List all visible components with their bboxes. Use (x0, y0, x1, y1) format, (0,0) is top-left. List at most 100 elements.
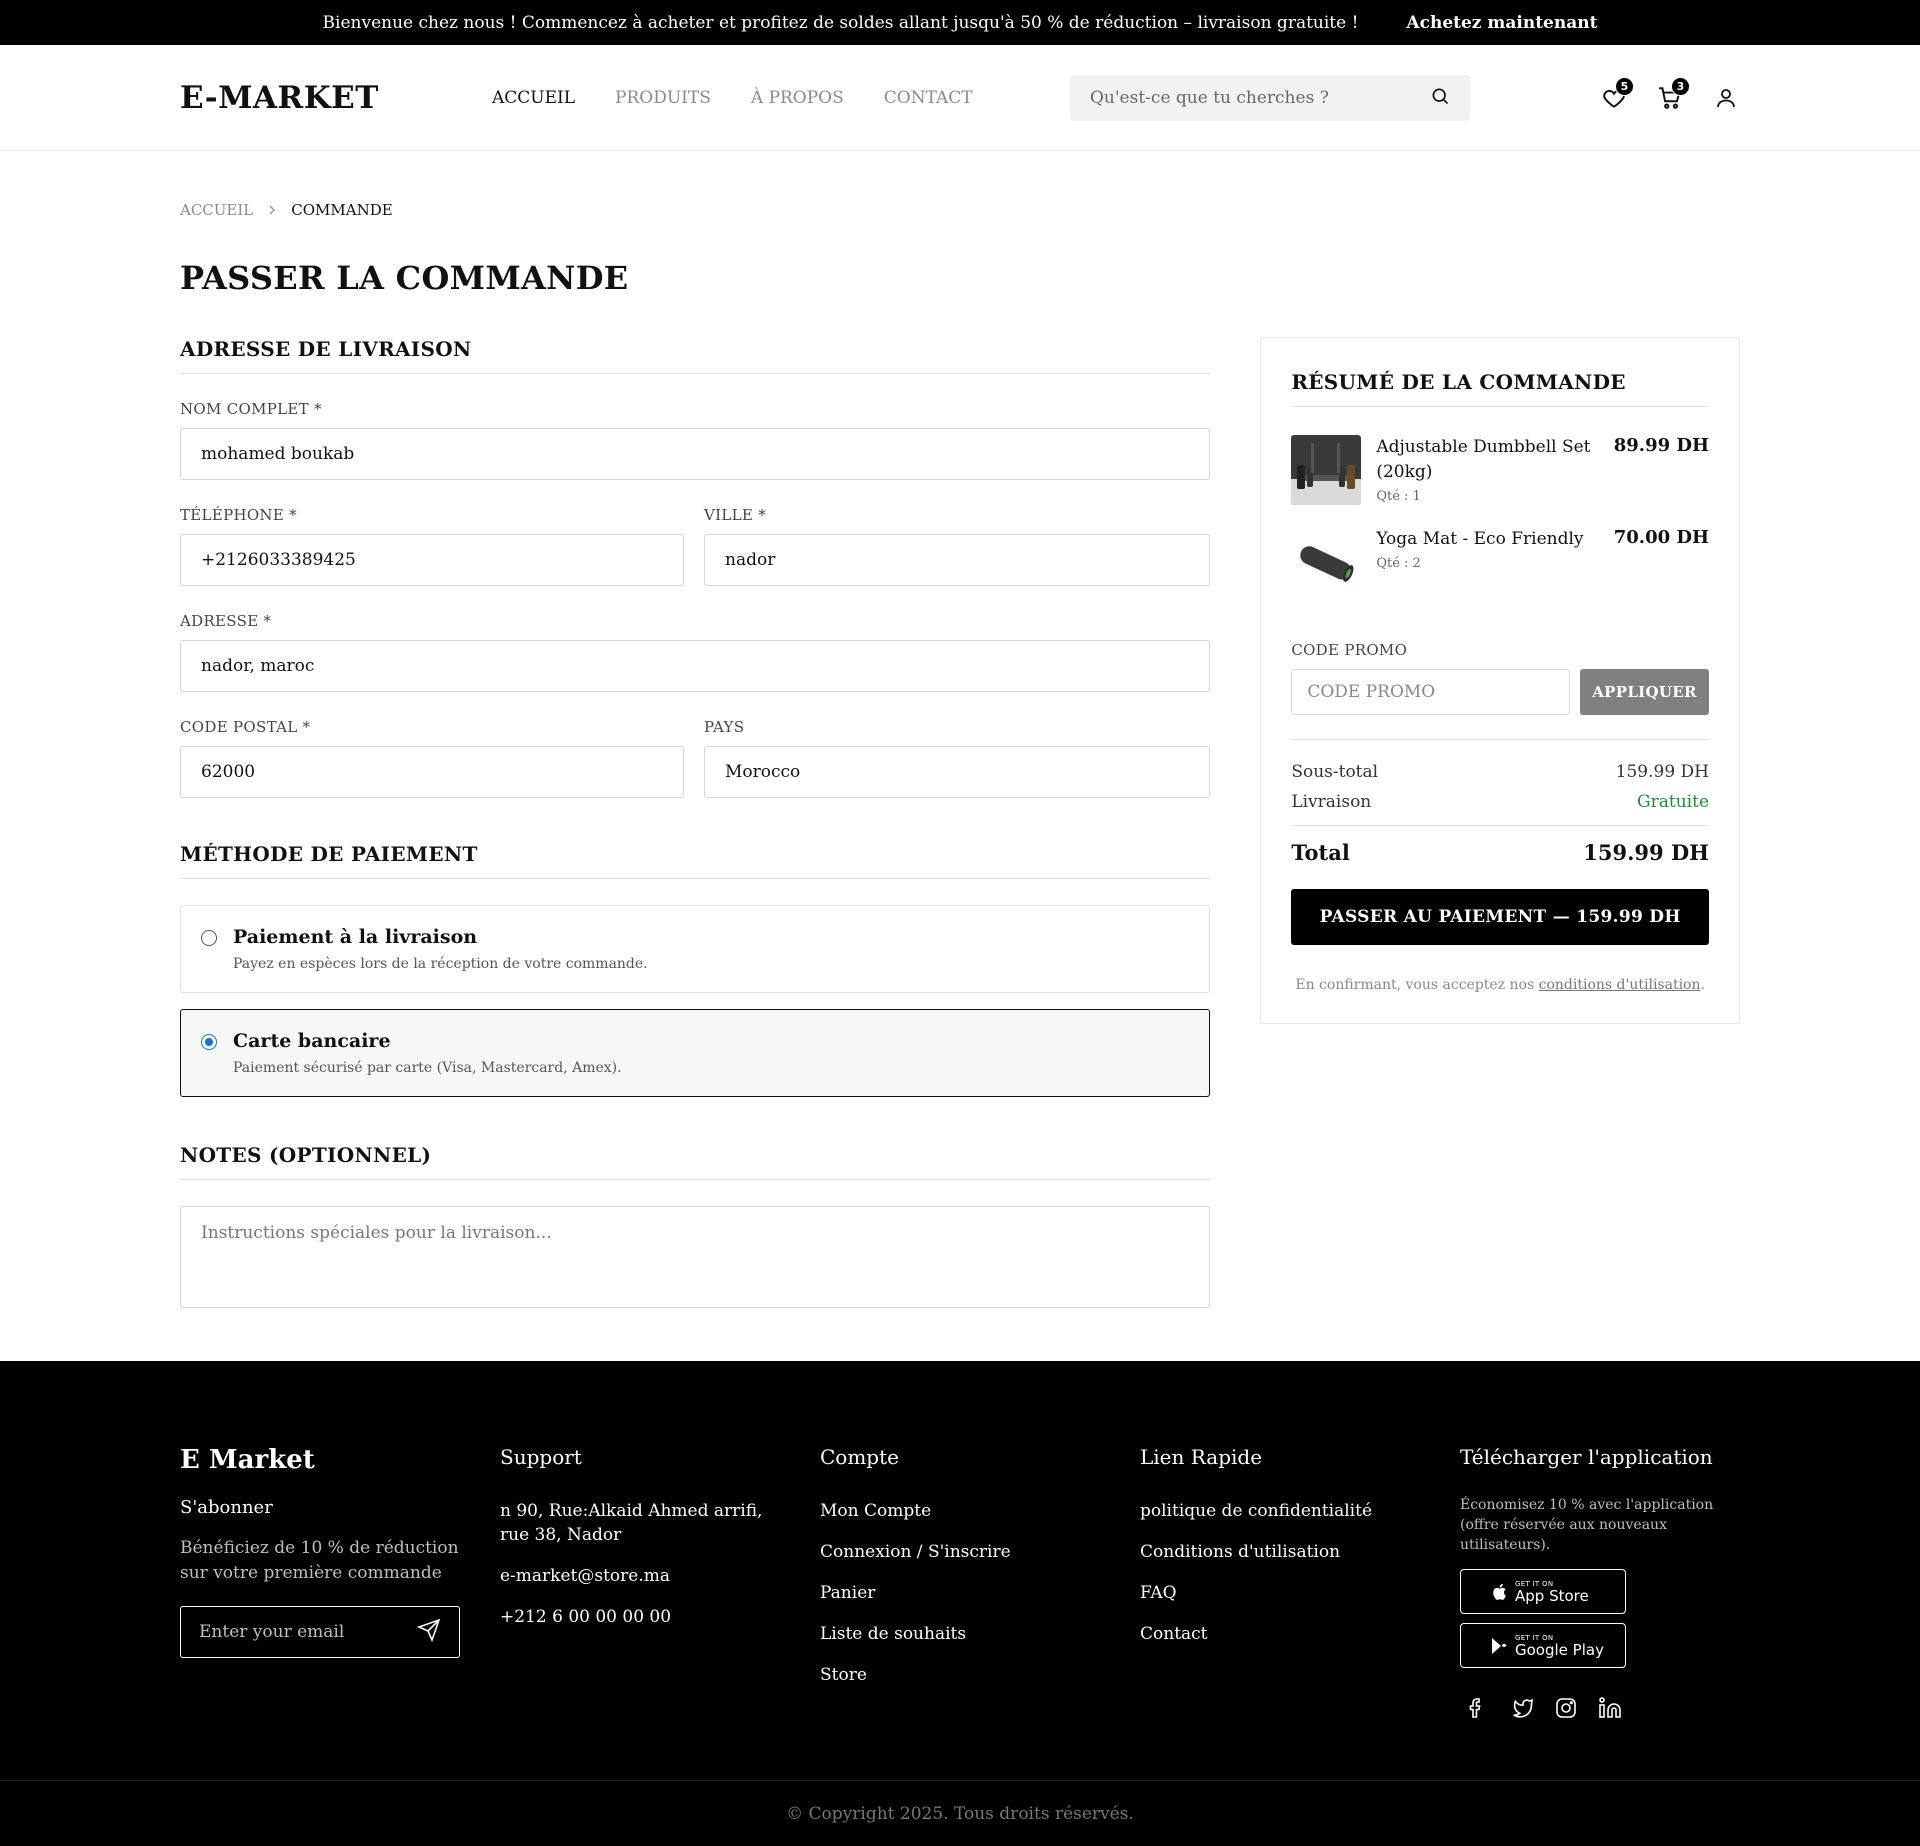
shipping-label: Livraison (1291, 792, 1372, 812)
wishlist-count-badge: 5 (1615, 77, 1634, 96)
quick-links-heading: Lien Rapide (1140, 1445, 1263, 1469)
card-radio[interactable] (201, 1034, 217, 1050)
chevron-right-icon (267, 201, 277, 219)
footer-link-privacy[interactable]: politique de confidentialité (1140, 1499, 1460, 1523)
main-nav: ACCUEIL PRODUITS À PROPOS CONTACT (492, 88, 973, 108)
address-label: ADRESSE * (180, 612, 272, 630)
nav-about[interactable]: À PROPOS (751, 88, 844, 108)
footer-link-my-account[interactable]: Mon Compte (820, 1499, 1140, 1523)
checkout-page: ACCUEIL COMMANDE PASSER LA COMMANDE ADRE… (180, 201, 1740, 1308)
support-phone[interactable]: +212 6 00 00 00 00 (500, 1605, 820, 1629)
breadcrumb-home[interactable]: ACCUEIL (180, 201, 253, 219)
item-qty: Qté : 2 (1376, 556, 1421, 571)
order-summary: RÉSUMÉ DE LA COMMANDE Adjustable Dumbbel… (1260, 337, 1740, 1024)
full-name-field[interactable]: mohamed boukab (180, 428, 1211, 480)
city-field[interactable]: nador (704, 534, 1211, 586)
account-button[interactable] (1712, 84, 1740, 112)
terms-prefix: En confirmant, vous acceptez nos (1295, 977, 1535, 993)
cart-item: Yoga Mat - Eco Friendly Qté : 2 70.00 DH (1291, 527, 1709, 597)
phone-field[interactable]: +2126033389425 (180, 534, 684, 586)
footer-link-faq[interactable]: FAQ (1140, 1581, 1460, 1605)
postal-code-field[interactable]: 62000 (180, 746, 684, 798)
payment-option-card[interactable]: Carte bancaire Paiement sécurisé par car… (180, 1009, 1211, 1097)
social-links (1464, 1696, 1740, 1724)
facebook-icon[interactable] (1464, 1696, 1488, 1724)
app-text: Économisez 10 % avec l'application (offr… (1460, 1497, 1714, 1553)
item-price: 70.00 DH (1613, 527, 1709, 548)
subtotal-label: Sous-total (1291, 762, 1379, 782)
cart-button[interactable]: 3 (1656, 77, 1690, 112)
total-row: Total 159.99 DH (1291, 825, 1709, 865)
breadcrumb-current: COMMANDE (291, 201, 393, 219)
send-icon[interactable] (416, 1618, 441, 1647)
shop-now-link[interactable]: Achetez maintenant (1406, 13, 1597, 33)
country-label: PAYS (704, 718, 745, 736)
payment-option-cash[interactable]: Paiement à la livraison Payez en espèces… (180, 905, 1211, 993)
copyright: © Copyright 2025. Tous droits réservés. (0, 1780, 1920, 1846)
payment-section-title: MÉTHODE DE PAIEMENT (180, 842, 1211, 879)
promo-code-input[interactable]: CODE PROMO (1291, 669, 1570, 715)
app-store-button[interactable]: GET IT ON App Store (1460, 1569, 1626, 1614)
footer-brand: E Market (180, 1445, 315, 1475)
footer-link-store[interactable]: Store (820, 1663, 1140, 1687)
banner-message: Bienvenue chez nous ! Commencez à achete… (322, 12, 1359, 33)
subtotal-value: 159.99 DH (1615, 762, 1709, 782)
nav-home[interactable]: ACCUEIL (492, 88, 575, 108)
app-store-label: App Store (1515, 1586, 1589, 1605)
payment-option-name: Paiement à la livraison (233, 926, 478, 948)
summary-title: RÉSUMÉ DE LA COMMANDE (1291, 370, 1709, 407)
address-field[interactable]: nador, maroc (180, 640, 1211, 692)
footer-link-cart[interactable]: Panier (820, 1581, 1140, 1605)
item-name: Yoga Mat - Eco Friendly (1376, 529, 1584, 549)
yoga-mat-image (1291, 527, 1362, 597)
email-placeholder: Enter your email (199, 1622, 345, 1642)
notes-section-title: NOTES (OPTIONNEL) (180, 1143, 1211, 1180)
city-label: VILLE * (704, 506, 766, 524)
site-logo[interactable]: E-MARKET (180, 80, 492, 116)
subscribe-text: Bénéficiez de 10 % de réduction sur votr… (180, 1538, 459, 1583)
nav-products[interactable]: PRODUITS (615, 88, 711, 108)
instagram-icon[interactable] (1554, 1696, 1578, 1724)
search-placeholder: Qu'est-ce que tu cherches ? (1090, 88, 1329, 108)
country-field[interactable]: Morocco (704, 746, 1211, 798)
checkout-form: ADRESSE DE LIVRAISON NOM COMPLET * moham… (180, 337, 1211, 1308)
total-label: Total (1291, 840, 1350, 865)
google-play-icon (1492, 1637, 1507, 1654)
footer-support-column: Support n 90, Rue:Alkaid Ahmed arrifi, r… (500, 1445, 820, 1724)
linkedin-icon[interactable] (1598, 1696, 1622, 1724)
postal-code-label: CODE POSTAL * (180, 718, 311, 736)
apply-promo-button[interactable]: APPLIQUER (1580, 669, 1709, 715)
account-heading: Compte (820, 1445, 899, 1469)
checkout-button[interactable]: PASSER AU PAIEMENT — 159.99 DH (1291, 889, 1709, 945)
nav-contact[interactable]: CONTACT (884, 88, 973, 108)
user-icon (1717, 89, 1735, 108)
footer-link-contact[interactable]: Contact (1140, 1622, 1460, 1646)
notes-textarea[interactable]: Instructions spéciales pour la livraison… (180, 1206, 1211, 1308)
support-email[interactable]: e-market@store.ma (500, 1564, 820, 1588)
site-header: E-MARKET ACCUEIL PRODUITS À PROPOS CONTA… (0, 45, 1920, 151)
totals: Sous-total 159.99 DH Livraison Gratuite (1291, 739, 1709, 812)
terms-link[interactable]: conditions d'utilisation (1539, 977, 1701, 993)
wishlist-button[interactable]: 5 (1600, 77, 1634, 112)
cash-radio[interactable] (201, 930, 217, 946)
footer-link-login[interactable]: Connexion / S'inscrire (820, 1540, 1140, 1564)
footer-link-terms[interactable]: Conditions d'utilisation (1140, 1540, 1460, 1564)
item-price: 89.99 DH (1613, 435, 1709, 456)
page-title: PASSER LA COMMANDE (180, 259, 629, 297)
newsletter-email-input[interactable]: Enter your email (180, 1606, 460, 1658)
support-heading: Support (500, 1445, 582, 1469)
full-name-label: NOM COMPLET * (180, 400, 322, 418)
shipping-value: Gratuite (1637, 792, 1709, 812)
twitter-icon[interactable] (1508, 1696, 1534, 1724)
cart-item: Adjustable Dumbbell Set (20kg) Qté : 1 8… (1291, 435, 1709, 505)
payment-option-name: Carte bancaire (233, 1030, 391, 1052)
google-play-button[interactable]: GET IT ON Google Play (1460, 1623, 1626, 1668)
item-qty: Qté : 1 (1376, 489, 1421, 504)
item-name: Adjustable Dumbbell Set (20kg) (1376, 437, 1591, 482)
footer-link-wishlist[interactable]: Liste de souhaits (820, 1622, 1140, 1646)
search-icon[interactable] (1430, 86, 1450, 111)
search-input[interactable]: Qu'est-ce que tu cherches ? (1070, 75, 1470, 121)
promo-label: CODE PROMO (1291, 641, 1408, 659)
payment-option-desc: Paiement sécurisé par carte (Visa, Maste… (233, 1060, 622, 1076)
terms-note: En confirmant, vous acceptez nos conditi… (1291, 977, 1709, 993)
